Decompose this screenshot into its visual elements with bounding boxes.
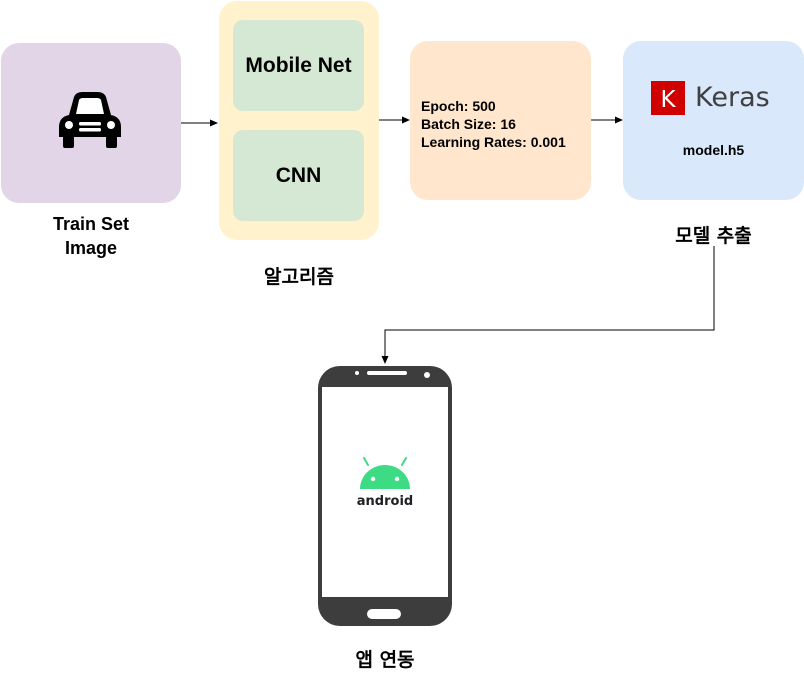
- edge-model-to-app: [381, 246, 715, 364]
- android-phone-icon: android: [318, 366, 452, 626]
- android-brand-text: android: [357, 494, 413, 509]
- app-integration-label: 앱 연동: [355, 649, 415, 671]
